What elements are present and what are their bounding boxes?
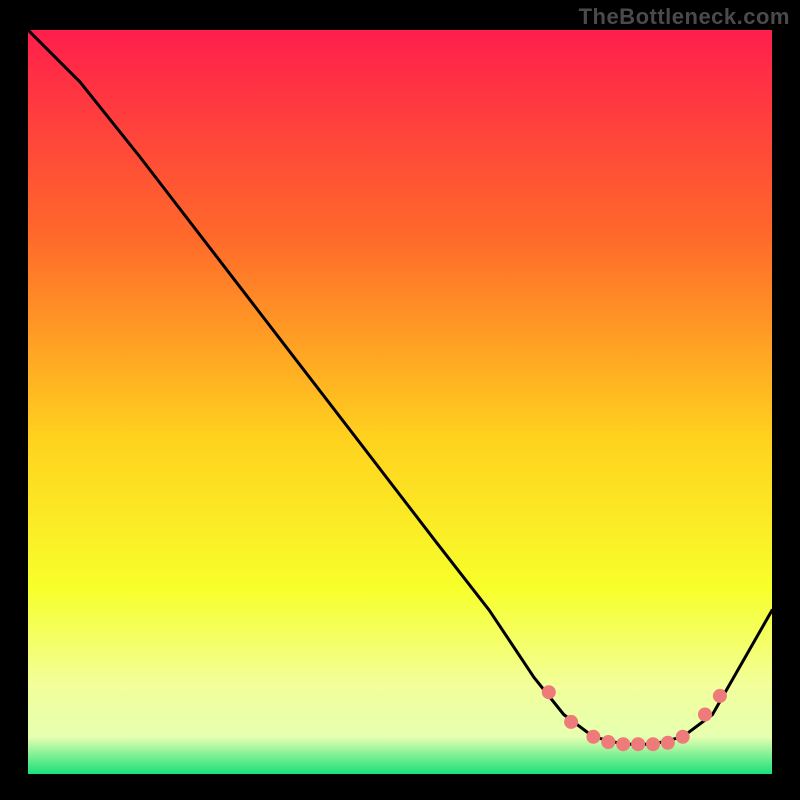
highlight-dot xyxy=(646,737,660,751)
highlight-dot xyxy=(676,730,690,744)
watermark-text: TheBottleneck.com xyxy=(579,4,790,30)
highlight-dot xyxy=(661,736,675,750)
highlight-dot xyxy=(616,737,630,751)
highlight-dot xyxy=(601,735,615,749)
highlight-dots xyxy=(542,685,727,751)
plot-area xyxy=(28,30,772,774)
curve-layer xyxy=(28,30,772,774)
bottleneck-curve xyxy=(28,30,772,744)
highlight-dot xyxy=(698,708,712,722)
highlight-dot xyxy=(586,730,600,744)
highlight-dot xyxy=(542,685,556,699)
highlight-dot xyxy=(631,737,645,751)
highlight-dot xyxy=(564,715,578,729)
highlight-dot xyxy=(713,689,727,703)
chart-frame: TheBottleneck.com xyxy=(0,0,800,800)
